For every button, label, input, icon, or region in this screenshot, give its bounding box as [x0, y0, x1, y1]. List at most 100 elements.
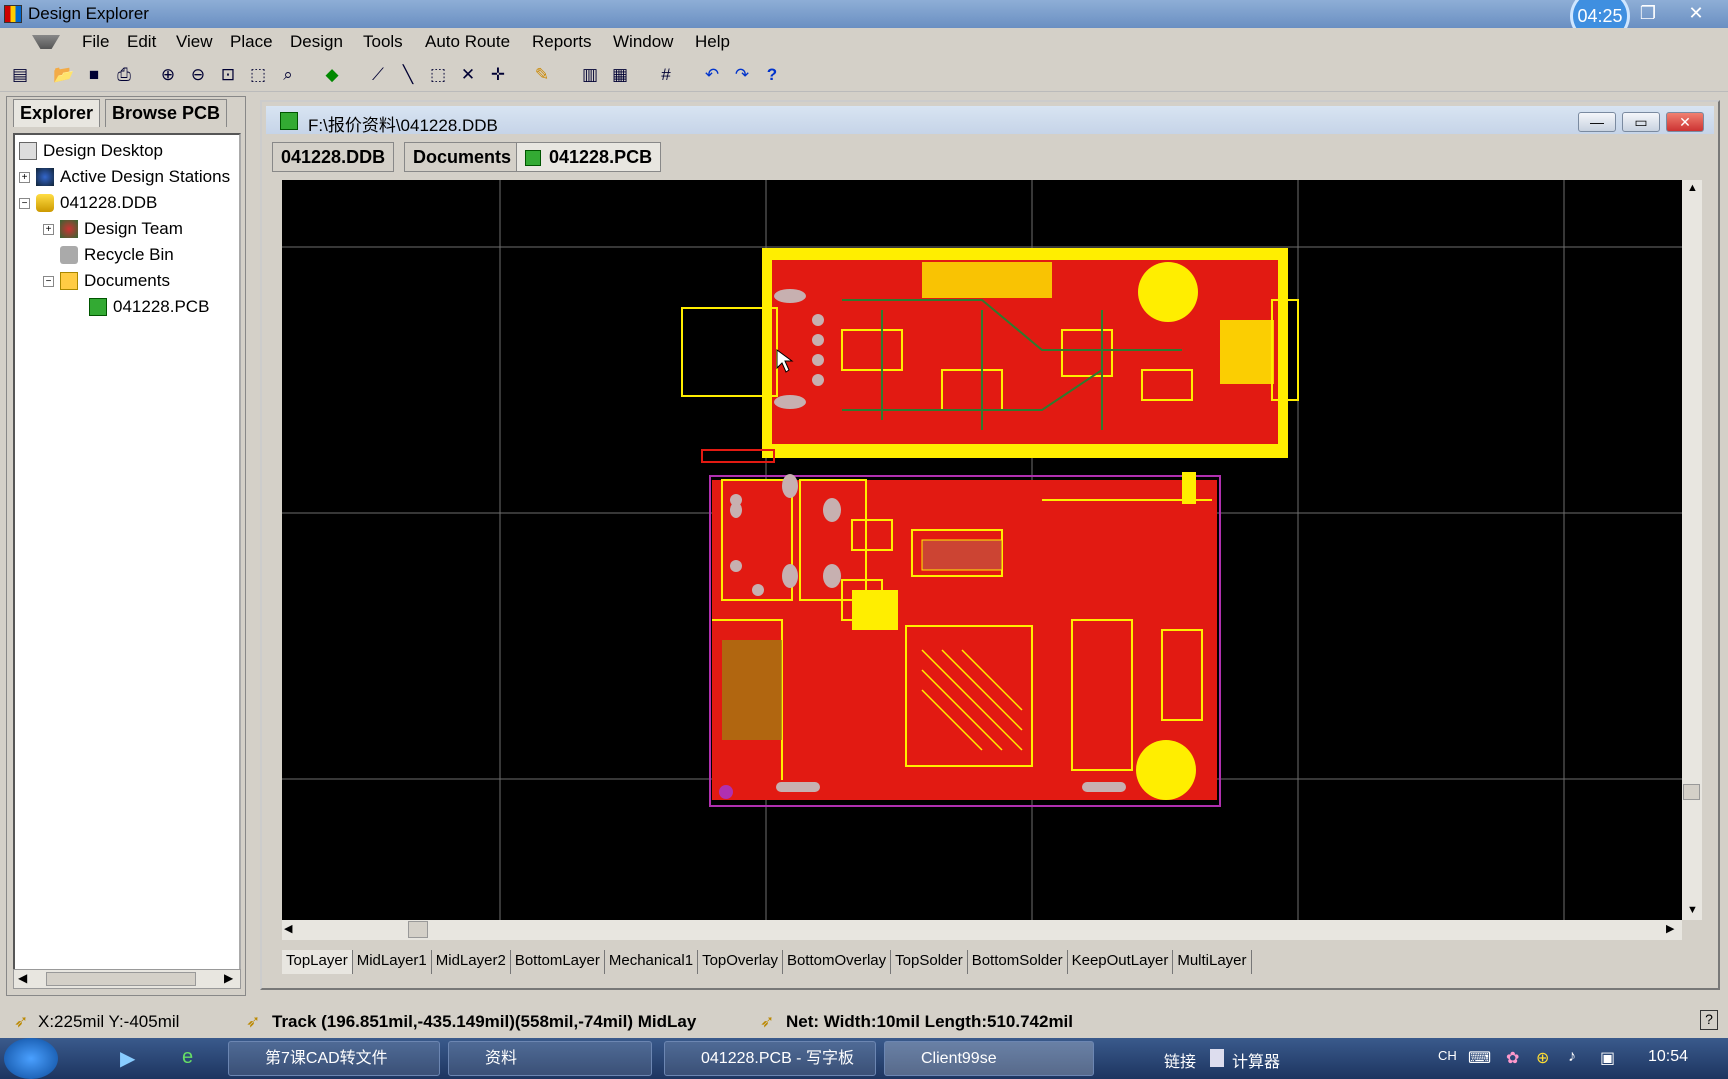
tree-node-documents[interactable]: − Documents: [43, 269, 170, 293]
net-icon: ➶: [760, 1012, 775, 1031]
tab-ddb[interactable]: 041228.DDB: [272, 142, 395, 172]
menu-window[interactable]: Window: [613, 32, 673, 52]
task-wordpad[interactable]: 041228.PCB - 写字板: [664, 1041, 876, 1076]
line-icon[interactable]: ╲: [396, 63, 420, 87]
tree-node-design-team[interactable]: + Design Team: [43, 217, 183, 241]
close-document-button[interactable]: ✕: [1666, 112, 1704, 132]
layer-tab-bottomoverlay[interactable]: BottomOverlay: [783, 950, 892, 974]
pcb-canvas[interactable]: [282, 180, 1682, 920]
canvas-vertical-scrollbar[interactable]: ▲ ▼: [1682, 180, 1702, 920]
layer-tab-bottomsolder[interactable]: BottomSolder: [968, 950, 1068, 974]
zoom-out-icon[interactable]: ⊖: [186, 63, 210, 87]
zoom-fit-icon[interactable]: ⊡: [216, 63, 240, 87]
task-materials-folder[interactable]: 资料: [448, 1041, 652, 1076]
select-area-icon[interactable]: ⬚: [426, 63, 450, 87]
library-browse-icon[interactable]: ▦: [608, 63, 632, 87]
tree-node-pcb-file[interactable]: 041228.PCB: [89, 295, 209, 319]
wand-icon[interactable]: ✎: [530, 63, 554, 87]
status-help-icon[interactable]: ?: [1700, 1010, 1718, 1030]
hscroll-thumb[interactable]: [408, 921, 428, 938]
grid-icon[interactable]: #: [654, 63, 678, 87]
tab-browse-pcb[interactable]: Browse PCB: [105, 99, 228, 127]
move-icon[interactable]: ✛: [486, 63, 510, 87]
add-icon[interactable]: ⊕: [1536, 1048, 1549, 1068]
menu-auto-route[interactable]: Auto Route: [425, 32, 510, 52]
menu-reports[interactable]: Reports: [532, 32, 592, 52]
scroll-right-icon[interactable]: ▶: [224, 971, 233, 985]
network-icon[interactable]: ▣: [1600, 1048, 1615, 1068]
layer-tab-keepoutlayer[interactable]: KeepOutLayer: [1068, 950, 1174, 974]
layer-tab-bottomlayer[interactable]: BottomLayer: [511, 950, 605, 974]
undo-icon[interactable]: ↶: [700, 63, 724, 87]
redo-icon[interactable]: ↷: [730, 63, 754, 87]
tree-node-design-desktop[interactable]: Design Desktop: [19, 139, 163, 163]
scroll-up-icon[interactable]: ▲: [1687, 182, 1698, 194]
layer-tab-topsolder[interactable]: TopSolder: [891, 950, 968, 974]
library-icon[interactable]: ▥: [578, 63, 602, 87]
explorer-horizontal-scrollbar[interactable]: ◀ ▶: [13, 969, 241, 989]
tree-node-active-design-stations[interactable]: + Active Design Stations: [19, 165, 230, 189]
scroll-down-icon[interactable]: ▼: [1687, 904, 1698, 916]
save-icon[interactable]: ■: [82, 63, 106, 87]
tree-label: Design Team: [84, 219, 183, 238]
close-window-button[interactable]: ✕: [1676, 2, 1716, 26]
layer-tab-mechanical1[interactable]: Mechanical1: [605, 950, 699, 974]
scroll-left-icon[interactable]: ◀: [18, 971, 27, 985]
tree-node-ddb[interactable]: − 041228.DDB: [19, 191, 157, 215]
zoom-select-icon[interactable]: ⌕: [276, 63, 300, 87]
menu-view[interactable]: View: [176, 32, 213, 52]
open-icon[interactable]: 📂: [52, 63, 76, 87]
zoom-in-icon[interactable]: ⊕: [156, 63, 180, 87]
menu-edit[interactable]: Edit: [127, 32, 156, 52]
tray-calculator[interactable]: 计算器: [1232, 1048, 1280, 1072]
scroll-right-icon[interactable]: ▶: [1666, 922, 1674, 935]
tab-explorer[interactable]: Explorer: [13, 99, 101, 127]
scroll-left-icon[interactable]: ◀: [284, 922, 292, 935]
layer-tab-toplayer[interactable]: TopLayer: [282, 950, 353, 974]
menu-help[interactable]: Help: [695, 32, 730, 52]
windows-taskbar: ▶ e 第7课CAD转文件 资料 041228.PCB - 写字板 Client…: [0, 1038, 1728, 1079]
menu-grip-icon: [32, 35, 60, 49]
tab-pcb[interactable]: 041228.PCB: [516, 142, 662, 172]
pcb-document-window: F:\报价资料\041228.DDB — ▭ ✕ 041228.DDB Docu…: [260, 100, 1720, 990]
scroll-thumb[interactable]: [46, 972, 196, 986]
volume-icon[interactable]: ♪: [1568, 1048, 1576, 1066]
tab-documents[interactable]: Documents: [404, 142, 521, 172]
restore-window-button[interactable]: ❐: [1630, 2, 1666, 26]
menu-design[interactable]: Design: [290, 32, 343, 52]
tray-language[interactable]: CH: [1438, 1048, 1457, 1063]
layer-tab-topoverlay[interactable]: TopOverlay: [698, 950, 783, 974]
vscroll-thumb[interactable]: [1683, 784, 1700, 800]
keyboard-icon[interactable]: ⌨: [1468, 1048, 1491, 1068]
collapse-icon[interactable]: −: [43, 275, 54, 287]
menu-place[interactable]: Place: [230, 32, 273, 52]
tree-node-recycle-bin[interactable]: Recycle Bin: [60, 243, 174, 267]
design-manager-icon[interactable]: ▤: [8, 63, 32, 87]
route-icon[interactable]: ⟋: [366, 63, 390, 87]
menu-tools[interactable]: Tools: [363, 32, 403, 52]
maximize-document-button[interactable]: ▭: [1622, 112, 1660, 132]
zoom-area-icon[interactable]: ⬚: [246, 63, 270, 87]
expand-icon[interactable]: +: [43, 223, 54, 235]
browse-icon[interactable]: ◆: [320, 63, 344, 87]
browser-icon[interactable]: e: [182, 1046, 193, 1069]
tray-links[interactable]: 链接: [1164, 1048, 1196, 1072]
app-title: Design Explorer: [28, 4, 149, 23]
flower-icon[interactable]: ✿: [1506, 1048, 1519, 1068]
help-icon[interactable]: ?: [760, 63, 784, 87]
collapse-icon[interactable]: −: [19, 197, 30, 209]
task-cad-folder[interactable]: 第7课CAD转文件: [228, 1041, 440, 1076]
canvas-horizontal-scrollbar[interactable]: ◀ ▶: [282, 920, 1682, 940]
layer-tab-midlayer1[interactable]: MidLayer1: [353, 950, 432, 974]
print-icon[interactable]: ⎙: [112, 63, 136, 87]
layer-tabs: TopLayer MidLayer1 MidLayer2 BottomLayer…: [282, 950, 1702, 974]
start-button[interactable]: [4, 1038, 58, 1079]
minimize-document-button[interactable]: —: [1578, 112, 1616, 132]
menu-file[interactable]: File: [82, 32, 109, 52]
expand-icon[interactable]: +: [19, 171, 30, 183]
task-client99se[interactable]: Client99se: [884, 1041, 1094, 1076]
layer-tab-midlayer2[interactable]: MidLayer2: [432, 950, 511, 974]
deselect-icon[interactable]: ✕: [456, 63, 480, 87]
media-player-icon[interactable]: ▶: [120, 1046, 135, 1071]
layer-tab-multilayer[interactable]: MultiLayer: [1173, 950, 1252, 974]
